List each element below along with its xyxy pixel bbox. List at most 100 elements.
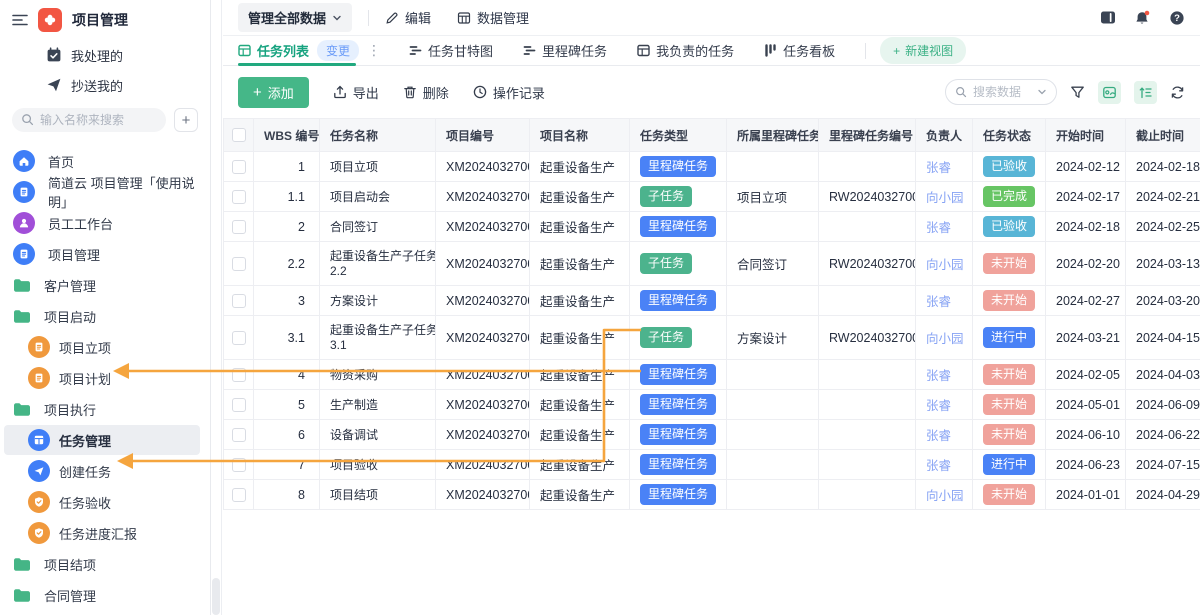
tab-0[interactable]: 任务甘特图 [409,41,493,60]
owner-link[interactable]: 张睿 [926,429,951,443]
sidebar-top-item-0[interactable]: 我处理的 [0,40,210,70]
row-checkbox[interactable] [232,368,246,382]
column-header-milestone_no[interactable]: 里程碑任务编号 [819,119,916,152]
edit-button[interactable]: 编辑 [385,8,431,27]
owner-link[interactable]: 张睿 [926,399,951,413]
owner-link[interactable]: 向小园 [926,191,964,205]
table-row-4[interactable]: 3 方案设计 XM20240327001 起重设备生产 里程碑任务 张睿 未开始… [224,286,1200,316]
notification-bell-icon[interactable] [1134,10,1151,26]
grid-search-input[interactable] [973,85,1031,99]
column-header-owner[interactable]: 负责人 [916,119,973,152]
card-view-icon[interactable] [1098,81,1121,104]
add-button[interactable]: + 添加 [238,77,309,108]
new-view-button[interactable]: + 新建视图 [880,37,966,64]
owner-link[interactable]: 张睿 [926,221,951,235]
hamburger-menu-icon[interactable] [12,13,28,27]
filter-funnel-icon[interactable] [1070,85,1085,100]
operation-log-button[interactable]: 操作记录 [473,83,545,102]
row-checkbox[interactable] [232,220,246,234]
data-manage-button[interactable]: 数据管理 [457,8,529,27]
sidebar: 项目管理 我处理的 抄送我的 + 首页 简道云 项目管理「使用说明」 员工工作台… [0,0,211,615]
cell-end-date: 2024-06-22 [1126,420,1200,450]
column-header-status[interactable]: 任务状态 [973,119,1046,152]
column-header-start[interactable]: 开始时间 [1046,119,1126,152]
row-checkbox[interactable] [232,488,246,502]
sidebar-item-9[interactable]: 任务管理 [4,425,200,455]
row-checkbox[interactable] [232,257,246,271]
row-checkbox[interactable] [232,458,246,472]
sidebar-item-8[interactable]: 项目执行 [0,394,204,424]
chevron-down-icon[interactable] [1037,87,1047,97]
sidebar-item-13[interactable]: 项目结项 [0,549,204,579]
delete-button[interactable]: 删除 [403,83,449,102]
column-header-end[interactable]: 截止时间 [1126,119,1200,152]
sidebar-search-input[interactable] [12,108,166,132]
sidebar-item-12[interactable]: 任务进度汇报 [0,518,204,548]
tab-3[interactable]: 任务看板 [764,41,835,60]
column-header-type[interactable]: 任务类型 [630,119,727,152]
level-sort-icon[interactable] [1134,81,1157,104]
table-row-1[interactable]: 1.1 项目启动会 XM20240327001 起重设备生产 子任务 项目立项 … [224,182,1200,212]
owner-link[interactable]: 向小园 [926,258,964,272]
change-badge[interactable]: 变更 [317,40,359,61]
data-scope-button[interactable]: 管理全部数据 [238,3,352,32]
more-options-icon[interactable]: ⋮ [367,42,381,59]
sidebar-item-2[interactable]: 员工工作台 [0,208,204,238]
table-row-9[interactable]: 7 项目验收 XM20240327001 起重设备生产 里程碑任务 张睿 进行中… [224,450,1200,480]
column-header-wbs[interactable]: WBS 编号↑ [254,119,320,152]
grid-search-box[interactable] [945,79,1057,105]
add-app-button[interactable]: + [174,108,198,132]
column-header-project_name[interactable]: 项目名称 [530,119,630,152]
export-button[interactable]: 导出 [333,83,379,102]
sidebar-item-7[interactable]: 项目计划 [0,363,204,393]
owner-link[interactable]: 张睿 [926,295,951,309]
sidebar-item-4[interactable]: 客户管理 [0,270,204,300]
sidebar-item-10[interactable]: 创建任务 [0,456,204,486]
owner-link[interactable]: 向小园 [926,332,964,346]
table-row-0[interactable]: 1 项目立项 XM20240327001 起重设备生产 里程碑任务 张睿 已验收… [224,152,1200,182]
help-icon[interactable]: ? [1169,10,1185,26]
tab-1[interactable]: 里程碑任务 [523,41,607,60]
table-row-5[interactable]: 3.1 起重设备生产子任务3.1 XM20240327001 起重设备生产 子任… [224,316,1200,360]
table-row-10[interactable]: 8 项目结项 XM20240327001 起重设备生产 里程碑任务 向小园 未开… [224,480,1200,510]
sidebar-item-3[interactable]: 项目管理 [0,239,204,269]
table-row-2[interactable]: 2 合同签订 XM20240327001 起重设备生产 里程碑任务 张睿 已验收… [224,212,1200,242]
sidebar-item-1[interactable]: 简道云 项目管理「使用说明」 [0,177,204,207]
sidebar-item-14[interactable]: 合同管理 [0,580,204,610]
sidebar-item-5[interactable]: 项目启动 [0,301,204,331]
table-row-6[interactable]: 4 物资采购 XM20240327001 起重设备生产 里程碑任务 张睿 未开始… [224,360,1200,390]
refresh-icon[interactable] [1170,85,1185,100]
table-row-7[interactable]: 5 生产制造 XM20240327001 起重设备生产 里程碑任务 张睿 未开始… [224,390,1200,420]
task-type-badge: 里程碑任务 [640,484,716,504]
sidebar-top-item-1[interactable]: 抄送我的 [0,70,210,100]
row-checkbox[interactable] [232,294,246,308]
owner-link[interactable]: 张睿 [926,369,951,383]
task-type-badge: 里程碑任务 [640,290,716,310]
sidebar-item-6[interactable]: 项目立项 [0,332,204,362]
row-checkbox[interactable] [232,160,246,174]
sidebar-item-15[interactable] [0,611,204,615]
sidebar-item-11[interactable]: 任务验收 [0,487,204,517]
column-header-name[interactable]: 任务名称 [320,119,436,152]
row-checkbox[interactable] [232,331,246,345]
collapse-panel-icon[interactable] [1100,10,1116,25]
scrollbar-thumb[interactable] [212,578,220,615]
tab-2[interactable]: 我负责的任务 [637,41,734,60]
owner-link[interactable]: 张睿 [926,459,951,473]
sidebar-item-label: 员工工作台 [48,214,113,233]
column-header-project_no[interactable]: 项目编号 [436,119,530,152]
cell-project-name: 起重设备生产 [530,286,630,316]
select-all-checkbox[interactable] [232,128,246,142]
sidebar-item-0[interactable]: 首页 [0,146,204,176]
column-header-milestone[interactable]: 所属里程碑任务 [727,119,819,152]
row-checkbox[interactable] [232,428,246,442]
table-row-3[interactable]: 2.2 起重设备生产子任务2.2 XM20240327001 起重设备生产 子任… [224,242,1200,286]
table-row-8[interactable]: 6 设备调试 XM20240327001 起重设备生产 里程碑任务 张睿 未开始… [224,420,1200,450]
task-calendar-icon [46,47,62,63]
owner-link[interactable]: 向小园 [926,489,964,503]
row-checkbox[interactable] [232,190,246,204]
vertical-scrollbar[interactable] [211,0,222,615]
owner-link[interactable]: 张睿 [926,161,951,175]
row-checkbox[interactable] [232,398,246,412]
tab-task-list[interactable]: 任务列表 [238,41,309,60]
